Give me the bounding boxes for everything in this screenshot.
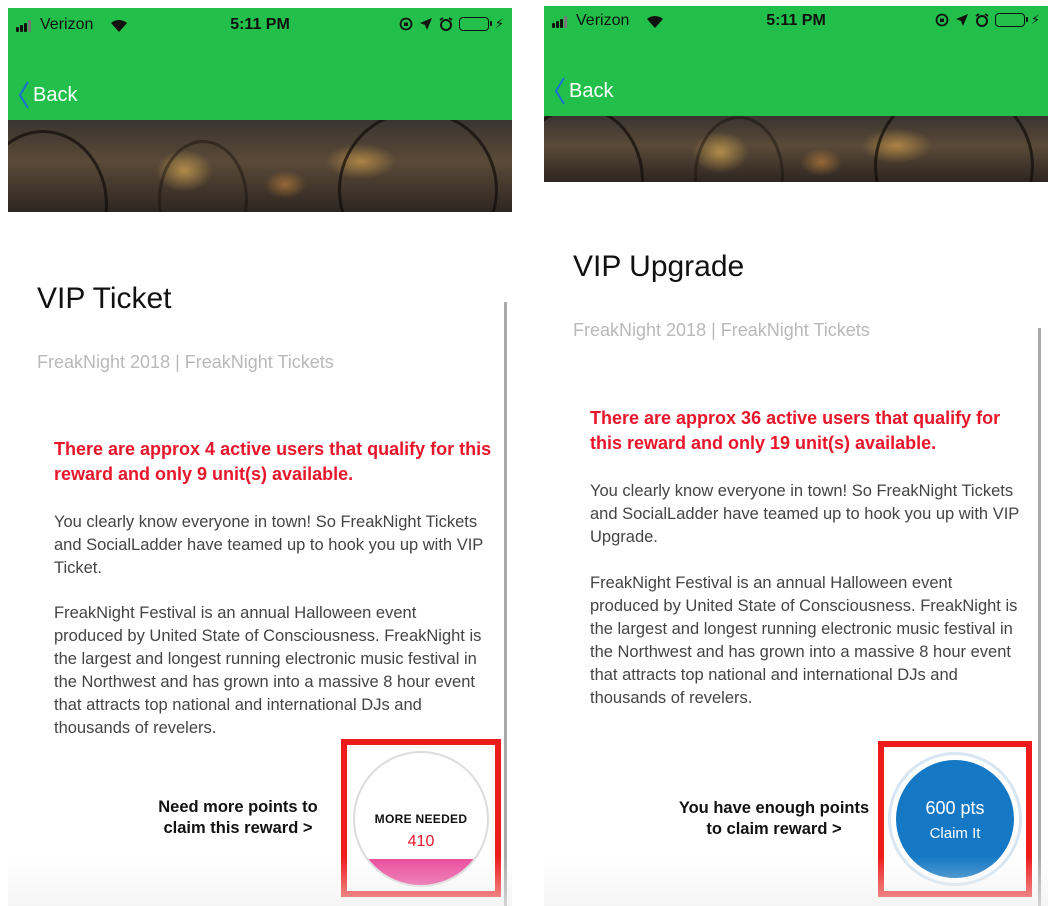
battery-icon (458, 17, 492, 31)
chevron-left-icon (18, 81, 29, 109)
battery-icon (994, 13, 1028, 27)
more-needed-value: 410 (407, 833, 435, 850)
bottom-fade (544, 856, 1048, 906)
screen-lock-icon (399, 17, 413, 31)
bottom-fade (8, 856, 512, 906)
back-label: Back (33, 83, 78, 106)
hero-image (544, 116, 1048, 182)
back-label: Back (569, 79, 614, 102)
availability-warning: There are approx 4 active users that qua… (54, 439, 492, 484)
nav-bar: Verizon 5:11 PM ⚡ Back (544, 6, 1048, 116)
hero-image (8, 120, 512, 212)
claim-label: Claim It (929, 825, 981, 842)
screen-lock-icon (935, 13, 949, 27)
reward-subtitle: FreakNight 2018 | FreakNight Tickets (37, 352, 334, 372)
prompt-line: Need more points to (158, 798, 318, 816)
screen-vip-upgrade: Verizon 5:11 PM ⚡ Back VIP Upgrade Freak… (544, 0, 1048, 906)
scroll-indicator (1038, 328, 1041, 906)
alarm-icon (975, 13, 989, 27)
prompt-line: claim this reward > (163, 819, 313, 837)
prompt-line: to claim reward > (706, 820, 842, 838)
reward-title: VIP Ticket (37, 282, 172, 315)
status-bar: Verizon 5:11 PM ⚡ (544, 10, 1048, 34)
screen-vip-ticket: Verizon 5:11 PM ⚡ Back VIP Ticket FreakN… (8, 0, 512, 906)
back-button[interactable]: Back (18, 80, 77, 110)
event-description: FreakNight Festival is an annual Hallowe… (590, 574, 1018, 707)
reward-description: You clearly know everyone in town! So Fr… (590, 482, 1019, 546)
charging-bolt-icon: ⚡ (494, 16, 504, 31)
points-prompt: Need more points to claim this reward > (148, 797, 328, 839)
chevron-left-icon (554, 77, 565, 105)
reward-subtitle: FreakNight 2018 | FreakNight Tickets (573, 320, 870, 340)
reward-title: VIP Upgrade (573, 250, 745, 283)
alarm-icon (439, 17, 453, 31)
points-prompt: You have enough points to claim reward > (664, 798, 884, 840)
charging-bolt-icon: ⚡ (1030, 12, 1040, 27)
prompt-line: You have enough points (678, 799, 870, 817)
more-needed-label: MORE NEEDED (374, 812, 468, 826)
nav-bar: Verizon 5:11 PM ⚡ Back (8, 8, 512, 120)
status-bar: Verizon 5:11 PM ⚡ (8, 14, 512, 38)
location-arrow-icon (419, 18, 432, 30)
status-icons: ⚡ (399, 16, 504, 32)
reward-description: You clearly know everyone in town! So Fr… (54, 513, 483, 577)
points-value: 600 pts (925, 798, 985, 818)
scroll-indicator (504, 302, 507, 906)
back-button[interactable]: Back (554, 76, 613, 106)
event-description: FreakNight Festival is an annual Hallowe… (54, 604, 482, 737)
status-icons: ⚡ (935, 12, 1040, 28)
location-arrow-icon (955, 14, 968, 26)
availability-warning: There are approx 36 active users that qu… (590, 408, 1001, 453)
